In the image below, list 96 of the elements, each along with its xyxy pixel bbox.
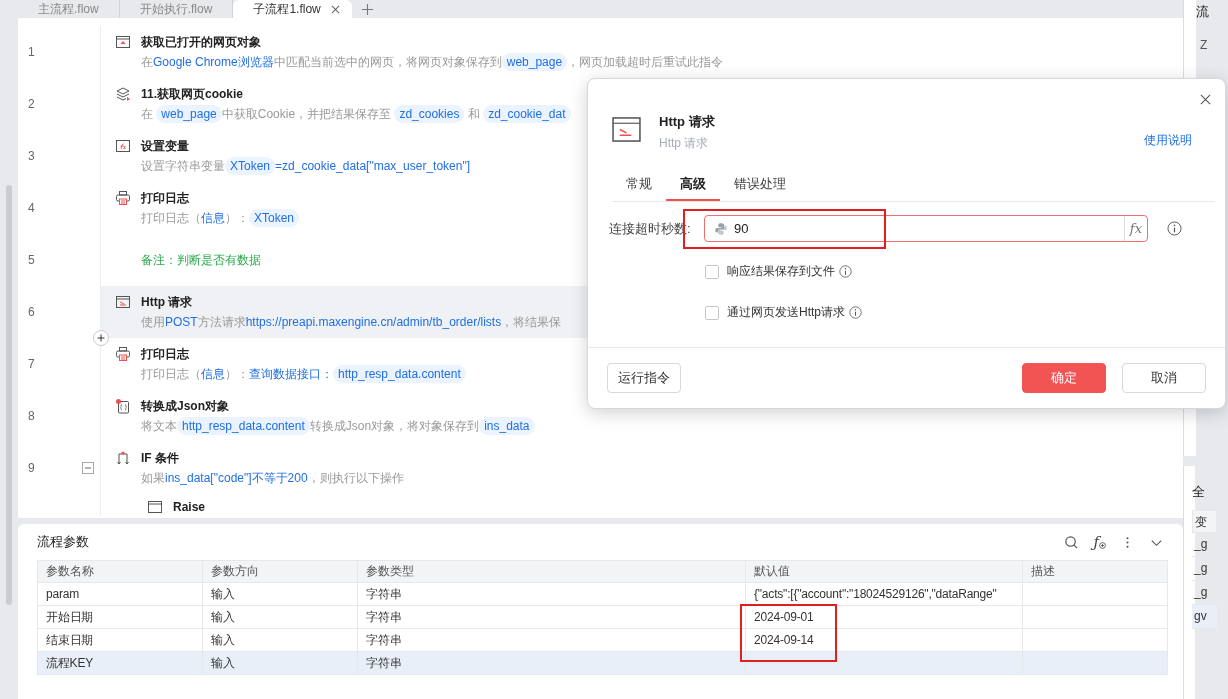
layers-icon xyxy=(115,86,131,102)
line-number: 6 xyxy=(28,305,36,319)
file-tab[interactable]: 子流程1.flow xyxy=(233,0,352,18)
step-title: 获取已打开的网页对象 xyxy=(141,33,261,51)
column-header: 参数类型 xyxy=(357,560,746,583)
step-description: 打印日志（信息）：查询数据接口： http_resp_data.content xyxy=(115,364,466,384)
add-step-icon[interactable] xyxy=(93,330,109,346)
branch-arrows-icon xyxy=(115,450,131,466)
table-row[interactable]: 流程KEY 输入 字符串 xyxy=(37,651,1168,675)
table-row[interactable]: 开始日期 输入 字符串 2024-09-01 xyxy=(37,605,1168,629)
checkbox[interactable] xyxy=(705,264,719,279)
timeout-input-field[interactable]: 90 fx xyxy=(704,215,1148,242)
dialog-button[interactable]: 取消 xyxy=(1122,363,1206,393)
checkbox-label: 通过网页发送Http请求 xyxy=(727,304,845,321)
table-row[interactable]: 结束日期 输入 字符串 2024-09-14 xyxy=(37,628,1168,652)
table-cell: {"acts":[{"account":"18024529126","dataRange" xyxy=(754,587,997,601)
line-number: 9 xyxy=(28,461,36,475)
step-description: 使用POST方法请求https://preapi.maxengine.cn/admin/tb_order/lists，将结果保 xyxy=(140,314,562,331)
formula-button[interactable]: fx xyxy=(1123,216,1147,241)
step-title: 打印日志 xyxy=(141,345,189,363)
dialog-subtitle: Http 请求 xyxy=(659,135,710,152)
step-title: 打印日志 xyxy=(141,189,189,207)
table-cell: 字符串 xyxy=(366,632,402,647)
printer-icon xyxy=(115,346,131,362)
help-link[interactable]: 使用说明 xyxy=(1144,132,1192,149)
info-icon[interactable] xyxy=(1167,221,1182,236)
line-number: 4 xyxy=(28,201,36,215)
line-number: 3 xyxy=(28,149,36,163)
table-cell: 字符串 xyxy=(366,655,402,670)
dialog-button[interactable]: 运行指令 xyxy=(607,363,681,393)
line-number: 5 xyxy=(28,253,36,267)
info-icon[interactable] xyxy=(839,265,852,278)
step-description: 设置字符串变量 XToken =zd_cookie_data["max_user_token"] xyxy=(140,156,470,176)
table-cell: 2024-09-14 xyxy=(754,633,814,647)
table-cell: 输入 xyxy=(211,655,235,670)
column-header: 参数方向 xyxy=(202,560,358,583)
step-title: 11.获取网页cookie xyxy=(141,85,244,103)
table-row[interactable]: gv xyxy=(1192,605,1217,629)
table-row[interactable]: param 输入 字符串 {"acts":[{"account":"18024529126","dataRange" xyxy=(37,582,1168,606)
column-header: 描述 xyxy=(1022,560,1168,583)
step-title: 转换成Json对象 xyxy=(141,397,229,415)
table-cell: 输入 xyxy=(211,632,235,647)
table-cell: 输入 xyxy=(211,609,235,624)
step-title: 设置变量 xyxy=(141,137,189,155)
column-header: 默认值 xyxy=(745,560,1023,583)
checkbox[interactable] xyxy=(705,305,719,320)
line-number: 1 xyxy=(28,45,36,59)
line-number: 2 xyxy=(28,97,36,111)
plus-circle-icon xyxy=(1099,542,1106,549)
column-header: 变 xyxy=(1192,510,1217,533)
table-cell: 输入 xyxy=(211,586,235,601)
step-title: Http 请求 xyxy=(141,293,193,311)
json-file-icon xyxy=(115,398,131,414)
add-function-button[interactable]: ƒ xyxy=(1093,533,1106,551)
table-row[interactable]: _g xyxy=(1192,557,1217,581)
table-cell: 开始日期 xyxy=(46,609,94,624)
table-cell: 字符串 xyxy=(366,609,402,624)
settings-tab[interactable]: 高级 xyxy=(666,175,720,201)
browser-window-icon xyxy=(115,34,131,50)
column-header: 参数名称 xyxy=(37,560,203,583)
script-icon xyxy=(714,221,728,236)
dialog-title: Http 请求 xyxy=(659,113,715,131)
table-cell: 流程KEY xyxy=(46,655,93,670)
checkbox-label: 响应结果保存到文件 xyxy=(727,263,835,280)
step-description: 在 web_page 中获取Cookie，并把结果保存至 zd_cookies 和 zd_cookie_dat xyxy=(115,104,571,124)
close-icon[interactable] xyxy=(1200,94,1211,105)
step-description: 打印日志（信息）： XToken xyxy=(115,208,300,228)
table-row[interactable]: _g xyxy=(1192,533,1217,557)
scrollbar[interactable] xyxy=(6,185,12,605)
step-title: IF 条件 xyxy=(141,449,179,467)
tree-item[interactable]: Z xyxy=(1200,38,1208,52)
step-description: 如果ins_data["code"]不等于200，则执行以下操作 xyxy=(140,470,404,487)
printer-icon xyxy=(115,190,131,206)
search-icon[interactable] xyxy=(1064,534,1080,550)
warning-window-icon xyxy=(147,499,163,515)
panel-title: 全 xyxy=(1192,484,1206,500)
table-cell: 结束日期 xyxy=(46,632,94,647)
table-cell: 2024-09-01 xyxy=(754,610,814,624)
settings-tab[interactable]: 常规 xyxy=(612,175,666,201)
comment-text: 备注：判断是否有数据 xyxy=(141,251,261,269)
add-tab-icon[interactable] xyxy=(361,3,373,15)
info-icon[interactable] xyxy=(849,306,862,319)
panel-title: 流程参数 xyxy=(37,533,89,551)
step-description: 将文本 http_resp_data.content 转换成Json对象，将对象保存到 ins_data xyxy=(115,416,535,436)
step-title: Raise xyxy=(173,500,206,514)
function-icon xyxy=(115,138,131,154)
terminal-window-icon xyxy=(115,294,131,310)
settings-tab[interactable]: 错误处理 xyxy=(720,175,800,201)
line-number: 7 xyxy=(28,357,36,371)
table-cell: 字符串 xyxy=(366,586,402,601)
line-number: 8 xyxy=(28,409,36,423)
table-cell: param xyxy=(46,587,79,601)
close-icon[interactable] xyxy=(330,4,340,14)
step-description: 在Google Chrome浏览器中匹配当前选中的网页，将网页对象保存到 web_page ，网页加载超时后重试此指令 xyxy=(140,52,724,72)
terminal-window-icon xyxy=(612,117,641,142)
panel-title: 流 xyxy=(1196,4,1210,20)
